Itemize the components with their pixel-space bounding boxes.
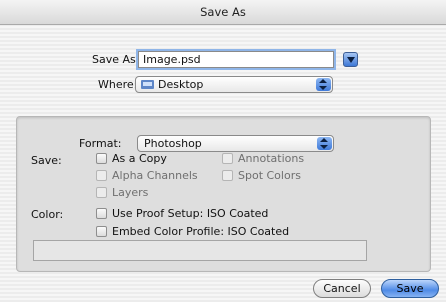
save-button[interactable]: Save <box>381 279 439 298</box>
cancel-button[interactable]: Cancel <box>313 279 371 298</box>
where-popup[interactable]: Desktop <box>135 76 333 93</box>
alpha-channels-checkbox[interactable] <box>96 170 107 181</box>
options-panel: Format: Photoshop Save: As a Copy Annota… <box>16 116 431 272</box>
format-value: Photoshop <box>144 137 202 150</box>
warning-message-area <box>33 240 367 261</box>
save-as-label: Save As: <box>92 53 140 66</box>
where-label: Where: <box>98 78 138 91</box>
spot-colors-checkbox[interactable] <box>222 170 233 181</box>
save-options-label: Save: <box>31 154 62 167</box>
where-value: Desktop <box>158 78 204 91</box>
format-popup[interactable]: Photoshop <box>137 135 334 152</box>
popup-arrows-icon <box>317 137 332 150</box>
disclosure-triangle-icon <box>347 57 355 63</box>
layers-checkbox[interactable] <box>96 187 107 198</box>
layers-label: Layers <box>112 186 149 199</box>
desktop-folder-icon <box>141 80 154 89</box>
alpha-channels-label: Alpha Channels <box>112 169 198 182</box>
embed-color-profile-checkbox[interactable] <box>96 226 107 237</box>
expand-dialog-button[interactable] <box>343 52 358 67</box>
use-proof-setup-label: Use Proof Setup: ISO Coated <box>112 207 269 220</box>
save-as-dialog: Save As Save As: Image.psd Where: Deskto… <box>0 0 446 302</box>
embed-color-profile-label: Embed Color Profile: ISO Coated <box>112 225 290 238</box>
format-label: Format: <box>79 137 122 150</box>
as-a-copy-label: As a Copy <box>112 152 167 165</box>
color-options-label: Color: <box>31 208 64 221</box>
spot-colors-label: Spot Colors <box>238 169 301 182</box>
as-a-copy-checkbox[interactable] <box>96 153 107 164</box>
popup-arrows-icon <box>316 78 331 91</box>
annotations-label: Annotations <box>238 152 305 165</box>
dialog-title: Save As <box>0 0 446 25</box>
filename-input[interactable]: Image.psd <box>138 51 334 68</box>
annotations-checkbox[interactable] <box>222 153 233 164</box>
use-proof-setup-checkbox[interactable] <box>96 208 107 219</box>
